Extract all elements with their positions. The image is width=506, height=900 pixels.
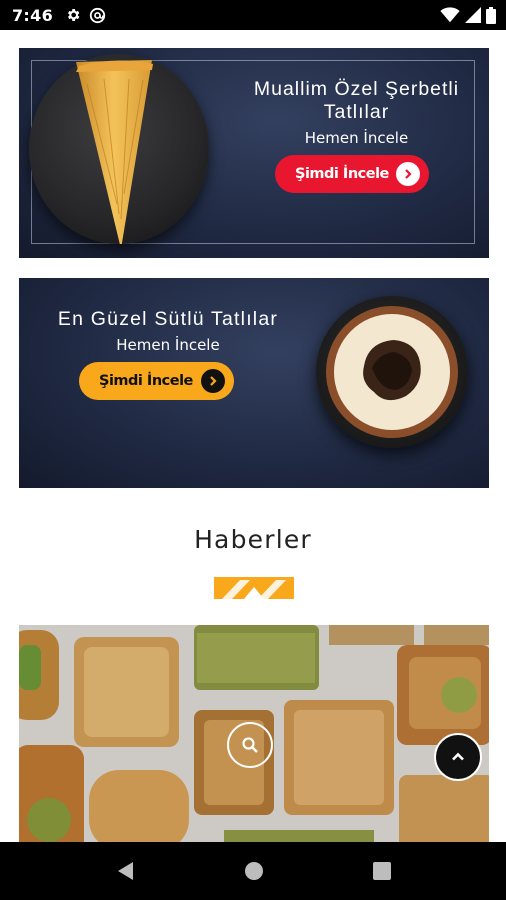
shop-now-label: Şimdi İncele bbox=[99, 373, 193, 389]
recents-icon[interactable] bbox=[373, 862, 392, 880]
chevron-right-icon bbox=[396, 162, 420, 186]
gear-icon bbox=[68, 9, 80, 21]
banner-title: En Güzel Sütlü Tatlılar bbox=[57, 308, 279, 330]
promo-banner-syrup-desserts[interactable]: Muallim Özel Şerbetli Tatlılar Hemen İnc… bbox=[19, 48, 489, 258]
banner-title: Muallim Özel Şerbetli Tatlılar bbox=[234, 78, 479, 124]
chevron-up-icon bbox=[452, 752, 464, 761]
banner-title-line1: Muallim Özel Şerbetli bbox=[253, 78, 460, 100]
back-icon[interactable] bbox=[115, 860, 135, 882]
banner-subtitle: Hemen İncele bbox=[116, 336, 220, 354]
at-sign-icon bbox=[89, 7, 106, 23]
cell-signal-icon bbox=[465, 7, 481, 23]
status-bar: 7:46 bbox=[0, 0, 506, 30]
news-card-image[interactable] bbox=[19, 625, 489, 843]
wifi-icon bbox=[440, 7, 460, 23]
scroll-to-top-button[interactable] bbox=[434, 733, 482, 781]
banner-subtitle: Hemen İncele bbox=[304, 129, 409, 147]
dessert-plate-image bbox=[29, 54, 209, 249]
shop-now-label: Şimdi İncele bbox=[295, 166, 389, 182]
search-icon[interactable] bbox=[227, 722, 273, 768]
news-section-title: Haberler bbox=[194, 525, 312, 554]
system-nav-bar bbox=[0, 842, 506, 900]
banner-title-line2: Tatlılar bbox=[323, 101, 390, 123]
promo-banner-milk-desserts[interactable]: En Güzel Sütlü Tatlılar Hemen İncele Şim… bbox=[19, 278, 489, 488]
milk-dessert-bowl-image bbox=[316, 296, 468, 448]
shop-now-button[interactable]: Şimdi İncele bbox=[275, 155, 429, 193]
chevron-right-icon bbox=[201, 369, 225, 393]
section-divider bbox=[214, 577, 294, 599]
home-icon[interactable] bbox=[244, 861, 264, 881]
battery-icon bbox=[486, 6, 496, 24]
status-time: 7:46 bbox=[12, 5, 53, 25]
shop-now-button[interactable]: Şimdi İncele bbox=[79, 362, 234, 400]
